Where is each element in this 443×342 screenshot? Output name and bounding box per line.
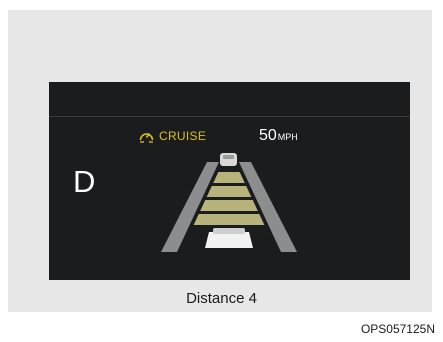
distance-bar [193, 214, 265, 225]
figure-caption: Distance 4 [186, 290, 257, 307]
figure-panel: D CRUISE 50 MPH [8, 10, 432, 312]
figure-code: OPS057125N [360, 322, 435, 336]
distance-bar [206, 186, 252, 197]
distance-graphic [161, 153, 297, 252]
distance-bar [213, 172, 245, 183]
distance-bar [200, 200, 258, 211]
own-vehicle-icon [205, 228, 253, 248]
lead-vehicle-icon [220, 153, 237, 166]
cluster-display: D CRUISE 50 MPH [49, 82, 410, 280]
